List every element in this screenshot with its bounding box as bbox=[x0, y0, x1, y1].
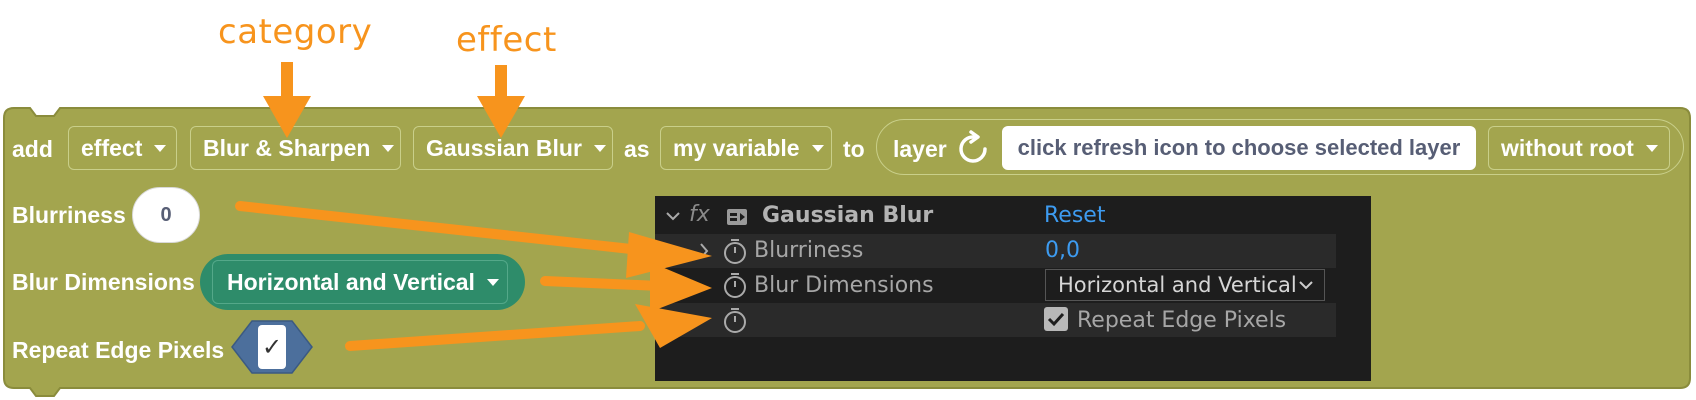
chevron-down-icon bbox=[1645, 144, 1658, 152]
variable-dropdown[interactable]: my variable bbox=[660, 126, 832, 170]
chevron-down-icon bbox=[593, 144, 606, 152]
chevron-down-icon bbox=[382, 144, 395, 152]
ae-blurriness-label: Blurriness bbox=[754, 238, 864, 263]
ae-blur-dimensions-label: Blur Dimensions bbox=[754, 273, 934, 298]
blurriness-input[interactable]: 0 bbox=[132, 187, 200, 243]
effect-type-dropdown[interactable]: effect bbox=[68, 126, 177, 170]
reset-link[interactable]: Reset bbox=[1044, 203, 1105, 228]
category-label: Blur & Sharpen bbox=[203, 134, 371, 161]
repeat-edge-label: Repeat Edge Pixels bbox=[12, 337, 225, 363]
add-label: add bbox=[12, 136, 53, 162]
chevron-down-icon bbox=[154, 144, 167, 152]
as-label: as bbox=[624, 136, 650, 162]
fx-icon[interactable]: fx bbox=[689, 202, 710, 227]
effect-type-label: effect bbox=[81, 134, 143, 161]
chevron-down-icon bbox=[1299, 281, 1313, 290]
variable-label: my variable bbox=[673, 134, 800, 161]
ae-blurriness-value[interactable]: 0,0 bbox=[1045, 238, 1080, 263]
to-label: to bbox=[843, 136, 865, 162]
effect-preset-icon bbox=[727, 209, 747, 225]
blur-dimensions-dropdown[interactable]: Horizontal and Vertical bbox=[212, 260, 508, 304]
effect-name-dropdown[interactable]: Gaussian Blur bbox=[413, 126, 613, 170]
ae-blur-dimensions-value: Horizontal and Vertical bbox=[1058, 273, 1297, 297]
root-label: without root bbox=[1501, 134, 1634, 161]
ae-repeat-edge-label: Repeat Edge Pixels bbox=[1077, 308, 1287, 333]
blur-dimensions-value: Horizontal and Vertical bbox=[227, 268, 475, 295]
chevron-down-icon bbox=[486, 278, 499, 286]
chevron-down-icon bbox=[811, 144, 824, 152]
expand-chevron-icon[interactable] bbox=[696, 241, 712, 261]
ae-blur-dimensions-dropdown[interactable]: Horizontal and Vertical bbox=[1045, 269, 1325, 301]
ae-repeat-edge-checkbox[interactable] bbox=[1044, 307, 1068, 331]
root-dropdown[interactable]: without root bbox=[1488, 126, 1670, 170]
category-dropdown[interactable]: Blur & Sharpen bbox=[190, 126, 401, 170]
refresh-icon[interactable] bbox=[955, 129, 993, 167]
stopwatch-icon[interactable] bbox=[722, 306, 748, 334]
ae-effect-name: Gaussian Blur bbox=[762, 203, 934, 228]
stopwatch-icon[interactable] bbox=[722, 237, 748, 265]
layer-input[interactable]: click refresh icon to choose selected la… bbox=[1002, 126, 1476, 170]
stopwatch-icon[interactable] bbox=[722, 271, 748, 299]
repeat-edge-checkbox[interactable]: ✓ bbox=[258, 325, 286, 369]
blur-dimensions-label: Blur Dimensions bbox=[12, 269, 195, 295]
blurriness-label: Blurriness bbox=[12, 202, 126, 228]
layer-label: layer bbox=[893, 136, 947, 162]
effect-name-label: Gaussian Blur bbox=[426, 134, 582, 161]
collapse-chevron-icon[interactable] bbox=[664, 207, 682, 225]
checkmark-icon bbox=[1047, 312, 1065, 327]
